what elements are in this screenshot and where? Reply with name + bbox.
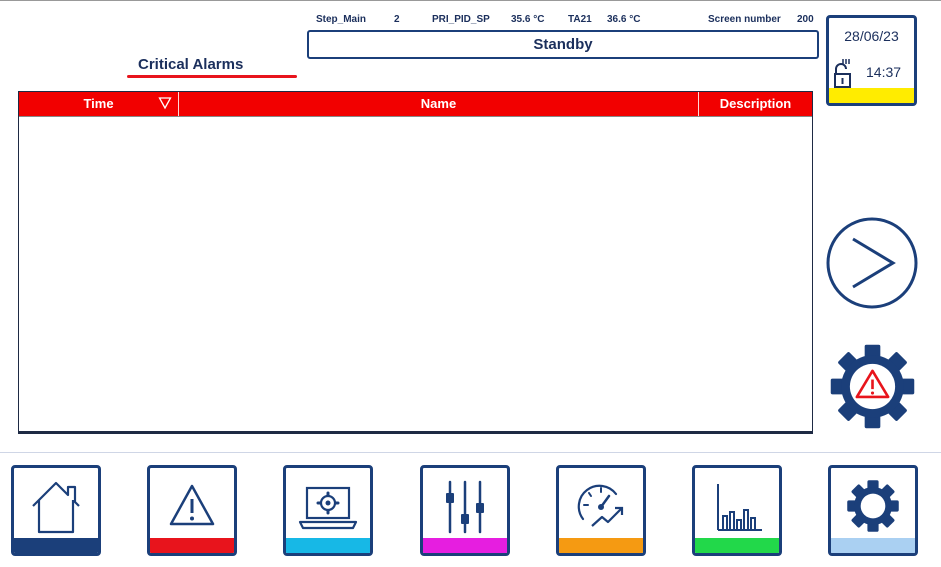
warning-icon — [169, 484, 215, 526]
bar-chart-icon — [717, 484, 762, 531]
nav-settings-color-bar — [831, 538, 915, 553]
nav-settings-button[interactable] — [828, 465, 918, 556]
alarm-settings-button[interactable] — [829, 343, 916, 430]
column-header-description[interactable]: Description — [699, 92, 812, 116]
step-label: Step_Main — [316, 14, 367, 25]
nav-alarms-color-bar — [150, 538, 234, 553]
datetime-panel[interactable]: 28/06/23 14:37 — [826, 15, 917, 106]
nav-home-color-bar — [14, 538, 98, 553]
table-body[interactable] — [19, 116, 812, 431]
nav-home-button[interactable] — [11, 465, 101, 556]
laptop-gear-icon — [298, 486, 358, 530]
unlocked-icon — [834, 59, 851, 88]
ta-label: TA21 — [568, 14, 592, 25]
gear-warning-icon — [830, 344, 915, 429]
nav-statistics-button[interactable] — [692, 465, 782, 556]
bottom-separator — [0, 452, 941, 453]
alarm-table[interactable]: Time Name Description — [18, 91, 813, 434]
nav-alarms-button[interactable] — [147, 465, 237, 556]
nav-statistics-color-bar — [695, 538, 779, 553]
nav-performance-color-bar — [559, 538, 643, 553]
status-row: Step_Main 2 PRI_PID_SP 35.6 °C TA21 36.6… — [316, 14, 822, 28]
machine-state: Standby — [307, 30, 819, 59]
date-display: 28/06/23 — [844, 28, 899, 44]
datetime-status-bar — [829, 88, 914, 103]
gear-icon — [847, 480, 899, 532]
nav-system-color-bar — [286, 538, 370, 553]
pid-label: PRI_PID_SP — [432, 14, 490, 25]
top-border — [0, 0, 941, 1]
column-header-time[interactable]: Time — [19, 92, 179, 116]
next-page-button[interactable] — [826, 217, 918, 309]
screen-number-label: Screen number — [708, 14, 781, 25]
pid-value: 35.6 °C — [511, 14, 545, 25]
step-value: 2 — [394, 14, 400, 25]
nav-performance-button[interactable] — [556, 465, 646, 556]
sort-descending-icon[interactable] — [158, 96, 172, 110]
nav-controls-color-bar — [423, 538, 507, 553]
speedometer-icon — [577, 484, 624, 527]
column-header-name[interactable]: Name — [179, 92, 699, 116]
home-icon — [32, 481, 80, 534]
page-title: Critical Alarms — [138, 56, 244, 73]
nav-system-button[interactable] — [283, 465, 373, 556]
time-display: 14:37 — [866, 64, 902, 80]
ta-value: 36.6 °C — [607, 14, 641, 25]
title-underline — [127, 75, 297, 78]
nav-controls-button[interactable] — [420, 465, 510, 556]
sliders-icon — [446, 480, 484, 534]
table-header: Time Name Description — [19, 92, 812, 116]
screen-number-value: 200 — [797, 14, 814, 25]
